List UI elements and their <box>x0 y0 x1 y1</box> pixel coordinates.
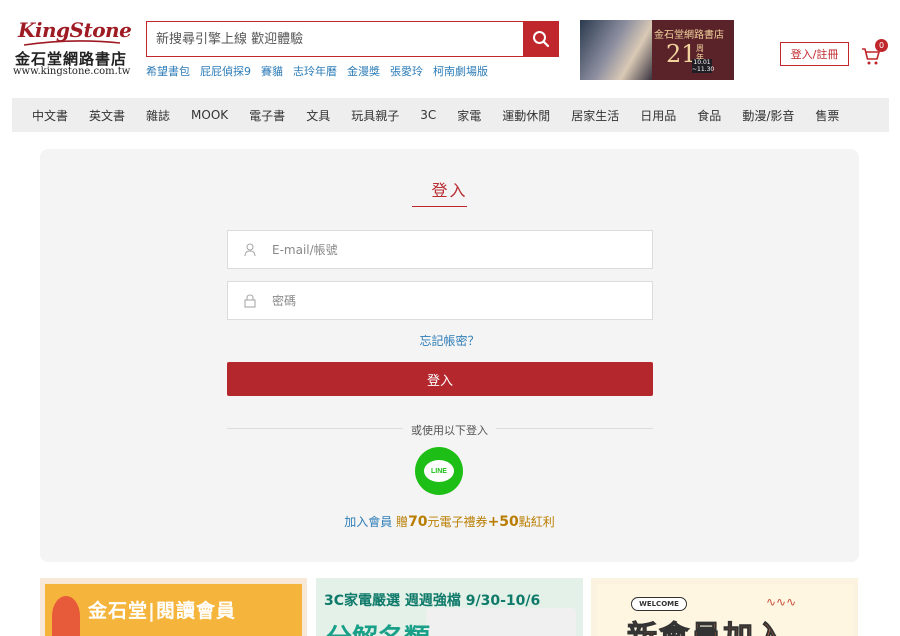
nav-item[interactable]: 電子書 <box>249 107 285 124</box>
search-button[interactable] <box>523 22 558 56</box>
banner-store-name: 金石堂網路書店 <box>654 30 724 41</box>
banner-illustration <box>580 20 652 80</box>
hotword-link[interactable]: 賽貓 <box>261 63 283 79</box>
promo-card-reading-member[interactable]: 金石堂|閱讀會員 <box>40 578 307 636</box>
banner-dates: 10.01 ~11.30 <box>692 59 715 73</box>
line-icon: LINE <box>424 460 454 482</box>
nav-item[interactable]: 日用品 <box>640 107 676 124</box>
line-icon-label: LINE <box>431 467 447 475</box>
user-icon <box>228 242 272 257</box>
category-nav: 中文書 英文書 雜誌 MOOK 電子書 文具 玩具親子 3C 家電 運動休閒 居… <box>12 98 889 132</box>
alt-login-label-wrap: 或使用以下登入 <box>40 419 859 438</box>
logo-url: www.kingstone.com.tw <box>13 66 131 77</box>
forgot-password-link[interactable]: 忘記帳密？ <box>40 332 859 349</box>
wave-decoration: ∿∿∿ <box>766 595 797 609</box>
hotword-link[interactable]: 張愛玲 <box>390 63 423 79</box>
nav-item[interactable]: 文具 <box>306 107 330 124</box>
promo-card-new-member[interactable]: WELCOME ∿∿∿ 新會員加入 <box>591 578 858 636</box>
alt-login-label: 或使用以下登入 <box>403 424 496 437</box>
account-input[interactable] <box>272 231 642 268</box>
title-underline <box>412 206 467 207</box>
nav-item[interactable]: 家電 <box>457 107 481 124</box>
promo-card-3c[interactable]: 3C家電嚴選 週週強檔 9/30-10/6 分解名類 <box>316 578 583 636</box>
search-box <box>146 21 559 57</box>
nav-item[interactable]: 食品 <box>697 107 721 124</box>
login-submit-button[interactable]: 登入 <box>227 362 653 396</box>
welcome-tag: WELCOME <box>631 597 687 611</box>
nav-item[interactable]: 玩具親子 <box>351 107 399 124</box>
promo-amount-points: 50 <box>499 514 519 530</box>
cart-button[interactable]: 0 <box>861 39 888 66</box>
site-header: KingStone 金石堂網路書店 www.kingstone.com.tw 希… <box>0 0 900 96</box>
hotword-link[interactable]: 柯南劇場版 <box>433 63 488 79</box>
nav-item[interactable]: 運動休閒 <box>502 107 550 124</box>
account-field <box>227 230 653 269</box>
promo-plus: + <box>487 514 500 530</box>
nav-item[interactable]: 動漫/影音 <box>742 107 794 124</box>
nav-item[interactable]: MOOK <box>191 108 228 122</box>
nav-item[interactable]: 3C <box>420 108 436 122</box>
login-title: 登入 <box>431 181 468 200</box>
lock-icon <box>228 293 272 308</box>
card-title: 金石堂|閱讀會員 <box>88 600 236 622</box>
search-icon <box>532 31 549 48</box>
card-title: 3C家電嚴選 週週強檔 9/30-10/6 <box>324 593 541 609</box>
nav-item[interactable]: 中文書 <box>32 107 68 124</box>
login-register-button[interactable]: 登入/註冊 <box>780 42 849 66</box>
promo-amount-voucher: 70 <box>408 514 428 530</box>
card-headline: 新會員加入 <box>627 612 787 636</box>
nav-item[interactable]: 售票 <box>815 107 839 124</box>
logo-swoosh <box>23 40 121 46</box>
nav-item[interactable]: 雜誌 <box>146 107 170 124</box>
promo-points-unit: 點紅利 <box>518 515 555 529</box>
banner-date-end: ~11.30 <box>692 66 715 73</box>
search-input[interactable] <box>147 22 525 56</box>
banner-date-start: 10.01 <box>693 59 711 66</box>
nav-item[interactable]: 英文書 <box>89 107 125 124</box>
password-input[interactable] <box>272 282 642 319</box>
login-panel: 登入 忘記帳密？ 登入 或使用以下登入 LINE 加入會員 贈70元 <box>40 149 859 562</box>
hotword-link[interactable]: 屁屁偵探9 <box>200 63 251 79</box>
join-member-link[interactable]: 加入會員 <box>344 515 392 529</box>
nav-item[interactable]: 居家生活 <box>571 107 619 124</box>
promo-gift: 贈 <box>396 515 409 529</box>
promo-voucher-unit: 元電子禮券 <box>427 515 488 529</box>
mascot-decoration <box>52 596 80 636</box>
member-promo: 加入會員 贈70元電子禮券+50點紅利 <box>40 513 859 530</box>
hotword-link[interactable]: 志玲年曆 <box>293 63 337 79</box>
hotword-link[interactable]: 金漫獎 <box>347 63 380 79</box>
card-headline: 分解名類 <box>326 618 430 636</box>
line-login-button[interactable]: LINE <box>415 447 463 495</box>
kingstone-logo[interactable]: KingStone 金石堂網路書店 www.kingstone.com.tw <box>12 18 132 80</box>
cart-count-badge: 0 <box>875 39 888 52</box>
product-image <box>426 608 576 636</box>
hotword-link[interactable]: 希望書包 <box>146 63 190 79</box>
hot-keywords: 希望書包 屁屁偵探9 賽貓 志玲年曆 金漫獎 張愛玲 柯南劇場版 <box>146 63 488 79</box>
anniversary-banner[interactable]: 金石堂網路書店 21 周年慶 10.01 ~11.30 <box>580 20 734 80</box>
promo-cards: 金石堂|閱讀會員 3C家電嚴選 週週強檔 9/30-10/6 分解名類 WELC… <box>40 578 859 636</box>
password-field <box>227 281 653 320</box>
logo-brand: KingStone <box>18 18 132 42</box>
